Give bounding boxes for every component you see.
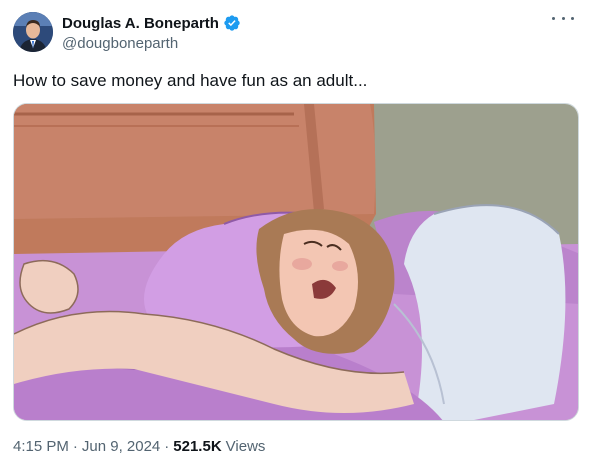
tweet-time[interactable]: 4:15 PM [13,438,69,455]
verified-badge-icon[interactable] [223,14,241,32]
tweet-image[interactable] [13,103,579,421]
tweet: Douglas A. Boneparth @dougboneparth How … [0,0,592,470]
meta-separator: · [72,438,78,455]
tweet-date[interactable]: Jun 9, 2024 [82,438,160,455]
avatar-image [13,12,53,52]
tweet-meta: 4:15 PM · Jun 9, 2024 · 521.5K Views [13,438,265,455]
views-label: Views [225,438,266,455]
avatar[interactable] [13,12,53,52]
more-options-icon[interactable] [552,10,574,26]
tweet-text: How to save money and have fun as an adu… [13,71,368,90]
views-count[interactable]: 521.5K [173,438,221,455]
cartoon-sleeping-image [14,104,578,420]
author-name-row: Douglas A. Boneparth [62,14,241,32]
display-name[interactable]: Douglas A. Boneparth [62,15,219,32]
author-handle[interactable]: @dougboneparth [62,35,178,52]
meta-separator: · [164,438,170,455]
